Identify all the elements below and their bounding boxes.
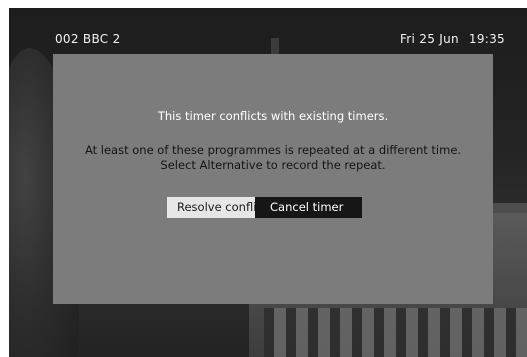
tv-screen: 002 BBC 2 Fri 25 Jun 19:35 This timer con… — [9, 8, 527, 357]
channel-label: 002 BBC 2 — [55, 32, 121, 46]
dialog-button-row: Resolve conflict Cancel timer — [167, 197, 362, 218]
resolve-conflict-button[interactable]: Resolve conflict — [167, 197, 267, 218]
background-building-columns — [264, 308, 527, 357]
dialog-message-line-1: At least one of these programmes is repe… — [84, 143, 462, 157]
datetime: Fri 25 Jun 19:35 — [400, 32, 505, 46]
clock-label: 19:35 — [468, 32, 505, 46]
cancel-timer-button[interactable]: Cancel timer — [255, 197, 362, 218]
dialog-message: At least one of these programmes is repe… — [53, 143, 493, 173]
dialog-message-line-2: Select Alternative to record the repeat. — [160, 158, 386, 172]
info-bar: 002 BBC 2 Fri 25 Jun 19:35 — [9, 8, 527, 48]
date-label: Fri 25 Jun — [399, 32, 459, 46]
dialog-title: This timer conflicts with existing timer… — [157, 109, 389, 123]
timer-conflict-dialog: This timer conflicts with existing timer… — [53, 54, 493, 304]
tv-display: 002 BBC 2 Fri 25 Jun 19:35 This timer con… — [0, 0, 527, 357]
